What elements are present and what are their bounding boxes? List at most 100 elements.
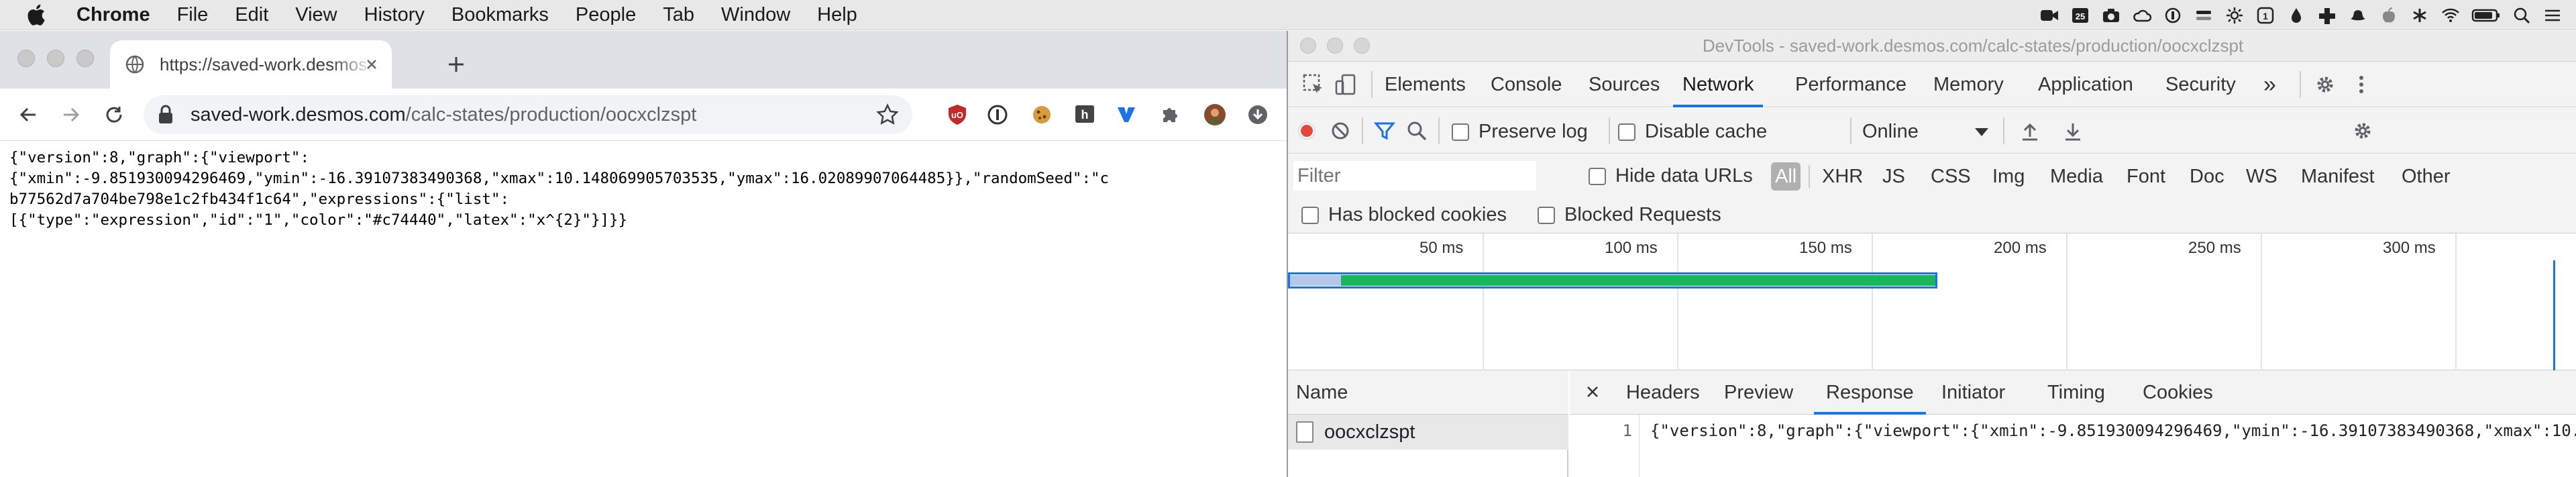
extensions-puzzle-icon[interactable] bbox=[1158, 102, 1183, 127]
filter-type-media[interactable]: Media bbox=[2050, 162, 2103, 191]
record-icon[interactable] bbox=[1293, 117, 1320, 144]
control-center-icon[interactable] bbox=[2542, 7, 2563, 24]
tab-console[interactable]: Console bbox=[1491, 62, 1562, 107]
tab-headers[interactable]: Headers bbox=[1626, 370, 1700, 415]
response-viewer[interactable]: 1 {"version":8,"graph":{"viewport":{"xmi… bbox=[1570, 415, 2576, 477]
filter-type-css[interactable]: CSS bbox=[1931, 162, 1971, 191]
calendar-25-icon[interactable]: 25 bbox=[2070, 7, 2090, 24]
zoom-icon[interactable] bbox=[2039, 7, 2059, 24]
tab-network[interactable]: Network bbox=[1672, 62, 1764, 107]
checkbox-box[interactable] bbox=[1589, 167, 1606, 185]
back-arrow-icon[interactable] bbox=[13, 100, 43, 129]
filter-type-js[interactable]: JS bbox=[1882, 162, 1905, 191]
ublock-extension-icon[interactable]: uO bbox=[945, 102, 970, 127]
device-toolbar-icon[interactable] bbox=[1332, 71, 1359, 98]
battery-icon[interactable] bbox=[2471, 7, 2501, 24]
hypothesis-extension-icon[interactable]: h bbox=[1072, 102, 1097, 127]
dashlane-icon[interactable]: 1 bbox=[2255, 7, 2275, 24]
circle-icon[interactable] bbox=[2163, 7, 2183, 24]
checkbox-box[interactable] bbox=[1538, 206, 1555, 224]
profile-avatar[interactable] bbox=[1202, 102, 1228, 127]
tab-elements[interactable]: Elements bbox=[1385, 62, 1466, 107]
menu-history[interactable]: History bbox=[364, 4, 425, 26]
address-bar[interactable]: saved-work.desmos.com/calc-states/produc… bbox=[144, 95, 912, 134]
filter-type-all[interactable]: All bbox=[1771, 162, 1801, 191]
menu-view[interactable]: View bbox=[295, 4, 337, 26]
more-tabs-button[interactable]: » bbox=[2263, 62, 2276, 107]
menu-tab[interactable]: Tab bbox=[663, 4, 694, 26]
request-row[interactable]: oocxclzspt bbox=[1288, 415, 1568, 449]
filter-type-doc[interactable]: Doc bbox=[2190, 162, 2224, 191]
tab-memory[interactable]: Memory bbox=[1933, 62, 2004, 107]
filter-type-font[interactable]: Font bbox=[2127, 162, 2165, 191]
zoom-window-button[interactable] bbox=[76, 50, 94, 67]
tab-initiator[interactable]: Initiator bbox=[1941, 370, 2005, 415]
cookie-extension-icon[interactable] bbox=[1029, 102, 1055, 127]
tab-timing[interactable]: Timing bbox=[2047, 370, 2105, 415]
wifi-icon[interactable] bbox=[2440, 7, 2461, 24]
network-settings-gear-icon[interactable] bbox=[2349, 117, 2376, 144]
lock-icon[interactable] bbox=[157, 105, 174, 125]
reload-icon[interactable] bbox=[99, 100, 129, 129]
menu-app-name[interactable]: Chrome bbox=[76, 4, 150, 26]
new-tab-icon[interactable] bbox=[443, 51, 470, 78]
network-overview-timeline[interactable]: 50 ms 100 ms 150 ms 200 ms 250 ms 300 ms bbox=[1288, 233, 2576, 370]
battery-bar-icon[interactable] bbox=[2194, 7, 2214, 24]
apple-alt-icon[interactable] bbox=[2379, 7, 2399, 24]
blocked-requests-checkbox[interactable]: Blocked Requests bbox=[1538, 204, 1721, 226]
minimize-window-button[interactable] bbox=[47, 50, 64, 67]
camera-icon[interactable] bbox=[2101, 7, 2121, 24]
settings-gear-icon[interactable] bbox=[2312, 71, 2339, 98]
menu-people[interactable]: People bbox=[576, 4, 636, 26]
checkbox-box[interactable] bbox=[1301, 206, 1319, 224]
filter-type-other[interactable]: Other bbox=[2402, 162, 2451, 191]
search-icon[interactable] bbox=[2512, 7, 2532, 24]
hat-icon[interactable] bbox=[2348, 7, 2368, 24]
chevron-down-icon[interactable] bbox=[1975, 128, 1988, 136]
cloud-icon[interactable] bbox=[2132, 7, 2152, 24]
filter-type-ws[interactable]: WS bbox=[2246, 162, 2277, 191]
filter-type-img[interactable]: Img bbox=[1992, 162, 2025, 191]
checkbox-box[interactable] bbox=[1618, 123, 1635, 141]
chrome-menu-icon[interactable] bbox=[1245, 102, 1271, 127]
tab-preview[interactable]: Preview bbox=[1724, 370, 1793, 415]
clear-icon[interactable] bbox=[1327, 117, 1354, 144]
has-blocked-cookies-checkbox[interactable]: Has blocked cookies bbox=[1301, 204, 1507, 226]
tab-cookies[interactable]: Cookies bbox=[2143, 370, 2213, 415]
kebab-menu-icon[interactable] bbox=[2348, 71, 2375, 98]
close-icon[interactable] bbox=[1580, 380, 1605, 404]
filter-funnel-icon[interactable] bbox=[1371, 117, 1398, 144]
menu-window[interactable]: Window bbox=[721, 4, 790, 26]
disable-cache-checkbox[interactable]: Disable cache bbox=[1618, 121, 1767, 143]
tab-security[interactable]: Security bbox=[2165, 62, 2236, 107]
checkbox-box[interactable] bbox=[1452, 123, 1469, 141]
filter-type-manifest[interactable]: Manifest bbox=[2301, 162, 2375, 191]
preserve-log-checkbox[interactable]: Preserve log bbox=[1452, 121, 1588, 143]
drop-icon[interactable] bbox=[2286, 7, 2306, 24]
export-har-icon[interactable] bbox=[2059, 117, 2086, 144]
tab-sources[interactable]: Sources bbox=[1589, 62, 1660, 107]
tab-close-icon[interactable] bbox=[361, 54, 382, 75]
filter-type-xhr[interactable]: XHR bbox=[1822, 162, 1863, 191]
menu-help[interactable]: Help bbox=[817, 4, 857, 26]
close-window-button[interactable] bbox=[17, 50, 35, 67]
import-har-icon[interactable] bbox=[2017, 117, 2043, 144]
tab-application[interactable]: Application bbox=[2038, 62, 2133, 107]
browser-tab[interactable]: https://saved-work.desmos.com/calc-state… bbox=[110, 40, 392, 89]
flower-icon[interactable] bbox=[2410, 7, 2430, 24]
tab-performance[interactable]: Performance bbox=[1795, 62, 1907, 107]
vimium-extension-icon[interactable] bbox=[1114, 102, 1139, 127]
name-column-header[interactable]: Name bbox=[1288, 370, 1568, 415]
search-icon[interactable] bbox=[1403, 117, 1430, 144]
bookmark-star-icon[interactable] bbox=[876, 103, 899, 126]
menu-file[interactable]: File bbox=[177, 4, 209, 26]
inspect-element-icon[interactable] bbox=[1300, 71, 1327, 98]
tab-response[interactable]: Response bbox=[1814, 370, 1926, 415]
apple-menu-icon[interactable] bbox=[25, 3, 50, 27]
onepassword-extension-icon[interactable] bbox=[985, 102, 1010, 127]
forward-arrow-icon[interactable] bbox=[56, 100, 86, 129]
menu-bookmarks[interactable]: Bookmarks bbox=[451, 4, 549, 26]
menu-edit[interactable]: Edit bbox=[235, 4, 268, 26]
plus-cross-icon[interactable] bbox=[2317, 7, 2337, 24]
filter-input[interactable] bbox=[1293, 161, 1536, 191]
